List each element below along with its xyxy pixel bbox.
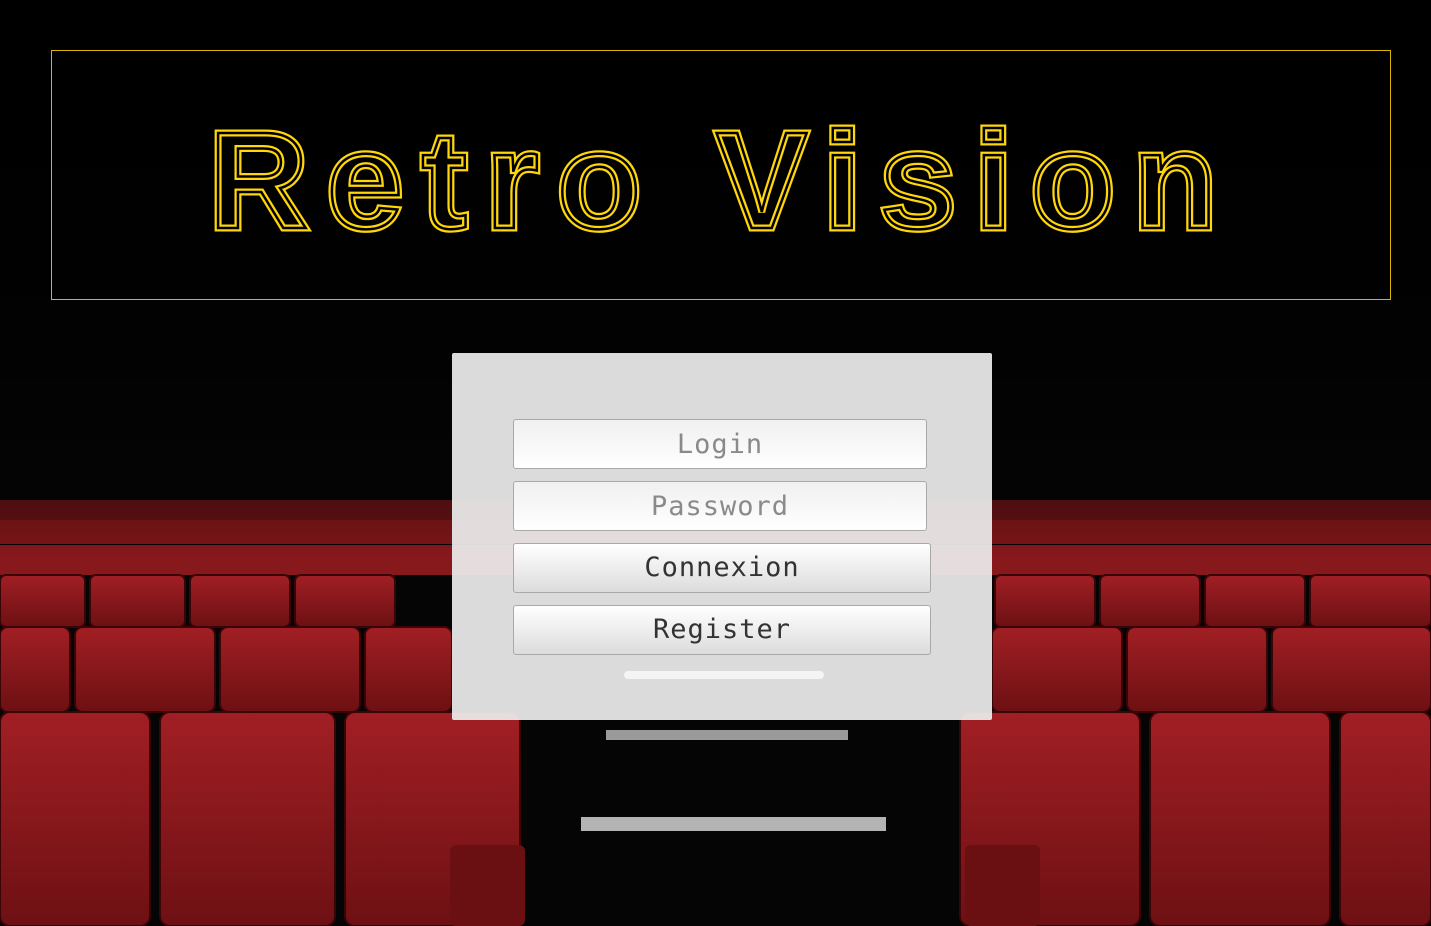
logo-frame: Retro Vision Retro Vision (51, 50, 1391, 300)
logo-text-inline: Retro Vision (209, 104, 1235, 258)
logo-icon: Retro Vision Retro Vision (205, 101, 1235, 262)
login-input[interactable] (513, 419, 927, 469)
password-input[interactable] (513, 481, 927, 531)
login-panel: Connexion Register (452, 353, 992, 720)
panel-divider (624, 671, 824, 679)
register-button[interactable]: Register (513, 605, 931, 655)
connexion-button[interactable]: Connexion (513, 543, 931, 593)
